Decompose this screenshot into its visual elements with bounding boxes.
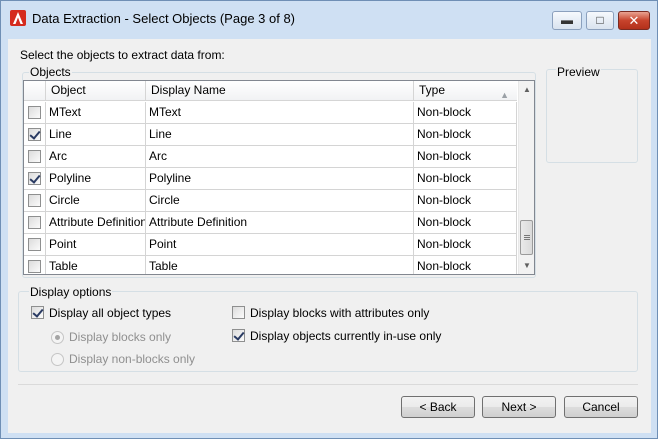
display-all-object-types-checkbox[interactable] <box>31 306 44 319</box>
minimize-icon: ▬ <box>561 13 573 27</box>
type-cell: Non-block <box>414 256 517 274</box>
table-row[interactable]: Arc Arc Non-block <box>24 146 517 168</box>
table-row[interactable]: Attribute Definition Attribute Definitio… <box>24 212 517 234</box>
display-name-cell[interactable]: Circle <box>146 190 414 212</box>
display-name-cell[interactable]: Point <box>146 234 414 256</box>
dialog-client-area: Select the objects to extract data from:… <box>8 39 651 433</box>
object-cell: Line <box>46 124 146 146</box>
type-column-header[interactable]: Type ▲ <box>414 81 517 101</box>
row-checkbox[interactable] <box>28 128 41 141</box>
scrollbar-thumb[interactable] <box>520 220 533 255</box>
row-checkbox-cell[interactable] <box>24 168 46 190</box>
window-title: Data Extraction - Select Objects (Page 3… <box>32 11 296 26</box>
instruction-text: Select the objects to extract data from: <box>20 48 225 62</box>
grip-line <box>524 235 530 236</box>
row-checkbox[interactable] <box>28 260 41 273</box>
display-blocks-only-label: Display blocks only <box>69 330 172 344</box>
row-checkbox-cell[interactable] <box>24 256 46 274</box>
footer-divider <box>18 384 638 385</box>
row-checkbox-cell[interactable] <box>24 234 46 256</box>
display-name-cell[interactable]: Line <box>146 124 414 146</box>
display-name-cell[interactable]: Attribute Definition <box>146 212 414 234</box>
object-column-header[interactable]: Object <box>46 81 146 101</box>
display-blocks-with-attributes-label: Display blocks with attributes only <box>250 306 430 320</box>
object-cell: Circle <box>46 190 146 212</box>
back-button[interactable]: < Back <box>401 396 475 418</box>
display-blocks-with-attributes-checkbox[interactable] <box>232 306 245 319</box>
objects-group-label: Objects <box>29 65 72 79</box>
type-cell: Non-block <box>414 146 517 168</box>
row-checkbox[interactable] <box>28 106 41 119</box>
display-name-column-header[interactable]: Display Name <box>146 81 414 101</box>
title-bar[interactable]: Data Extraction - Select Objects (Page 3… <box>1 1 657 39</box>
row-checkbox-cell[interactable] <box>24 212 46 234</box>
object-cell: Attribute Definition <box>46 212 146 234</box>
checkbox-column-header[interactable] <box>24 81 46 101</box>
row-checkbox-cell[interactable] <box>24 102 46 124</box>
row-checkbox-cell[interactable] <box>24 146 46 168</box>
row-checkbox[interactable] <box>28 238 41 251</box>
scroll-up-arrow-icon[interactable]: ▲ <box>519 81 534 98</box>
object-cell: Arc <box>46 146 146 168</box>
object-cell: Table <box>46 256 146 274</box>
type-cell: Non-block <box>414 212 517 234</box>
table-row[interactable]: Point Point Non-block <box>24 234 517 256</box>
display-name-cell[interactable]: Polyline <box>146 168 414 190</box>
next-button[interactable]: Next > <box>482 396 556 418</box>
cancel-button[interactable]: Cancel <box>564 396 638 418</box>
table-header: Object Display Name Type ▲ <box>24 81 517 101</box>
table-row[interactable]: Circle Circle Non-block <box>24 190 517 212</box>
type-cell: Non-block <box>414 124 517 146</box>
row-checkbox[interactable] <box>28 216 41 229</box>
display-objects-in-use-checkbox[interactable] <box>232 329 245 342</box>
preview-groupbox <box>546 69 638 163</box>
table-row[interactable]: MText MText Non-block <box>24 102 517 124</box>
scroll-down-arrow-icon[interactable]: ▼ <box>519 257 534 274</box>
display-non-blocks-only-radio[interactable] <box>51 353 64 366</box>
display-name-cell[interactable]: Table <box>146 256 414 274</box>
type-column-label: Type <box>419 83 446 97</box>
type-cell: Non-block <box>414 168 517 190</box>
display-non-blocks-only-label: Display non-blocks only <box>69 352 196 366</box>
table-vertical-scrollbar[interactable]: ▲ ▼ <box>518 81 534 274</box>
close-button[interactable]: ✕ <box>618 11 650 30</box>
display-name-cell[interactable]: Arc <box>146 146 414 168</box>
grip-line <box>524 237 530 238</box>
table-row[interactable]: Table Table Non-block <box>24 256 517 274</box>
maximize-icon: □ <box>596 13 604 27</box>
preview-group-label: Preview <box>556 65 601 79</box>
row-checkbox-cell[interactable] <box>24 124 46 146</box>
type-cell: Non-block <box>414 190 517 212</box>
type-cell: Non-block <box>414 102 517 124</box>
type-cell: Non-block <box>414 234 517 256</box>
autocad-app-icon <box>10 10 26 26</box>
minimize-button[interactable]: ▬ <box>552 11 582 30</box>
table-row[interactable]: Polyline Polyline Non-block <box>24 168 517 190</box>
row-checkbox-cell[interactable] <box>24 190 46 212</box>
object-cell: MText <box>46 102 146 124</box>
display-name-cell[interactable]: MText <box>146 102 414 124</box>
close-icon: ✕ <box>628 13 640 28</box>
object-cell: Polyline <box>46 168 146 190</box>
row-checkbox[interactable] <box>28 150 41 163</box>
dialog-window: Data Extraction - Select Objects (Page 3… <box>0 0 658 439</box>
object-cell: Point <box>46 234 146 256</box>
row-checkbox[interactable] <box>28 194 41 207</box>
display-options-label: Display options <box>29 285 113 299</box>
row-checkbox[interactable] <box>28 172 41 185</box>
table-row[interactable]: Line Line Non-block <box>24 124 517 146</box>
maximize-button[interactable]: □ <box>586 11 614 30</box>
objects-table: Object Display Name Type ▲ MText MText N… <box>23 80 535 275</box>
display-objects-in-use-label: Display objects currently in-use only <box>250 329 442 343</box>
grip-line <box>524 239 530 240</box>
display-all-object-types-label: Display all object types <box>49 306 172 320</box>
display-blocks-only-radio[interactable] <box>51 331 64 344</box>
